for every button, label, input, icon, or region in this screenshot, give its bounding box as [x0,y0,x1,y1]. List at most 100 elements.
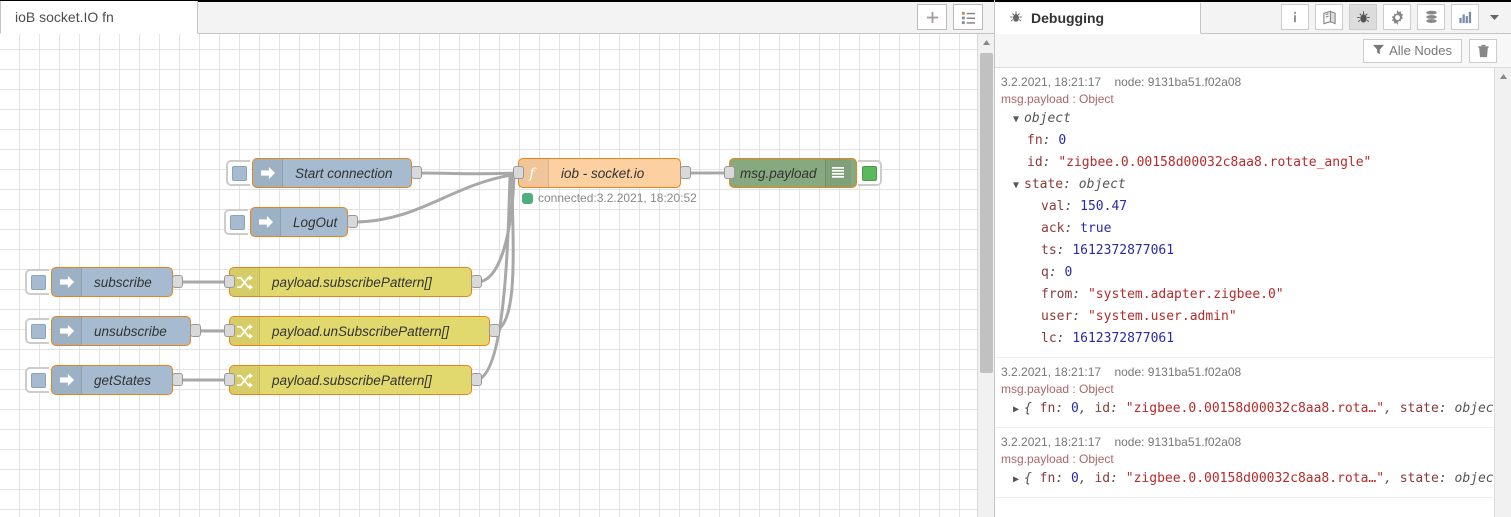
node-iob-socketio[interactable]: f iob - socket.io [518,158,681,188]
node-subscribe[interactable]: subscribe [51,267,173,297]
node-label: subscribe [94,274,152,290]
inject-arrow-icon [52,317,82,345]
debug-message-meta: 3.2.2021, 18:21:17 node: 9131ba51.f02a08 [1001,435,1486,449]
tree-value: "system.adapter.zigbee.0" [1087,286,1284,302]
tree-value: object [1078,176,1126,192]
inject-button-logout[interactable] [224,209,248,235]
twisty-open-icon[interactable]: ▼ [1013,178,1024,195]
debug-topic: msg.payload : Object [1001,92,1114,106]
flow-list-button[interactable] [953,4,983,30]
chart-icon[interactable] [1451,4,1479,30]
node-msg-payload-debug[interactable]: msg.payload [729,158,857,188]
inject-button-start-connection[interactable] [226,160,250,186]
tree-key: ts [1041,242,1057,258]
tree-row-state[interactable]: ▼ state: object [1001,174,1486,196]
filter-nodes-button[interactable]: Alle Nodes [1363,38,1462,63]
node-start-connection[interactable]: Start connection [252,158,412,188]
bug-icon[interactable] [1349,4,1377,30]
sidebar-header: Debugging [995,2,1511,34]
node-label: payload.subscribePattern[] [272,274,432,290]
sidebar-tab-debug[interactable]: Debugging [995,3,1201,34]
port-output-start-connection[interactable] [411,166,422,179]
tree-value: "system.user.admin" [1087,308,1237,324]
port-input-function[interactable] [513,166,524,179]
inject-button-subscribe[interactable] [25,269,49,295]
book-icon[interactable] [1315,4,1343,30]
sidebar-scrollbar[interactable] [1494,68,1511,517]
port-output-logout[interactable] [347,215,358,228]
twisty-closed-icon[interactable]: ▶ [1013,402,1024,419]
debug-message-area[interactable]: 3.2.2021, 18:21:17 node: 9131ba51.f02a08… [995,68,1511,517]
inject-arrow-icon [251,208,281,236]
port-output-change-getstates[interactable] [471,373,482,386]
debug-timestamp: 3.2.2021, 18:21:17 [1001,434,1102,449]
tree-row: q: 0 [1041,264,1073,280]
collapsed-summary: { fn: 0, id: "zigbee.0.00158d00032c8aa8.… [1024,470,1494,486]
node-unsubscribe[interactable]: unsubscribe [51,316,191,346]
status-dot-icon [522,192,533,204]
port-output-getstates[interactable] [172,373,183,386]
chevron-down-icon[interactable] [1485,13,1503,21]
node-getstates[interactable]: getStates [51,365,173,395]
node-label: payload.subscribePattern[] [272,372,432,388]
svg-text:f: f [528,166,537,182]
clear-debug-button[interactable] [1469,38,1497,63]
tree-row: ack: true [1041,220,1112,236]
port-output-change-subscribe[interactable] [471,275,482,288]
stack-icon[interactable] [1417,4,1445,30]
tree-collapsed-row[interactable]: ▶{ fn: 0, id: "zigbee.0.00158d00032c8aa8… [1001,398,1494,420]
tree-value: 0 [1058,132,1067,148]
inject-button-unsubscribe[interactable] [25,318,49,344]
node-logout[interactable]: LogOut [250,207,348,237]
port-output-change-unsubscribe[interactable] [489,324,500,337]
tree-row: fn: 0 [1027,132,1067,148]
port-output-function[interactable] [680,166,691,179]
port-output-subscribe[interactable] [172,275,183,288]
debug-message[interactable]: 3.2.2021, 18:21:17 node: 9131ba51.f02a08… [995,428,1494,498]
node-change-subscribe[interactable]: payload.subscribePattern[] [229,267,472,297]
debug-enable-button[interactable] [858,160,882,186]
inject-arrow-icon [52,268,82,296]
twisty-closed-icon[interactable]: ▶ [1013,472,1024,489]
tree-row: ts: 1612372877061 [1041,242,1175,258]
tree-key: id [1027,154,1043,170]
debug-topic: msg.payload : Object [1001,381,1114,396]
port-input-change-unsubscribe[interactable] [224,324,235,337]
tree-collapsed-row[interactable]: ▶{ fn: 0, id: "zigbee.0.00158d00032c8aa8… [1001,468,1494,490]
debug-message[interactable]: 3.2.2021, 18:21:17 node: 9131ba51.f02a08… [995,68,1494,358]
tree-value: 1612372877061 [1072,242,1175,258]
scroll-up-icon[interactable] [978,34,994,50]
node-label: unsubscribe [94,323,167,339]
node-label: payload.unSubscribePattern[] [272,323,450,339]
scroll-up-icon[interactable] [1495,68,1511,84]
tree-root-label: object [1024,111,1071,126]
tree-value: "zigbee.0.00158d00032c8aa8.rotate_angle" [1058,154,1372,170]
port-input-change-subscribe[interactable] [224,275,235,288]
gear-icon[interactable] [1383,4,1411,30]
twisty-open-icon[interactable]: ▼ [1013,112,1024,129]
flow-canvas[interactable]: Start connection LogOut subscribe unsubs… [0,34,994,517]
info-icon[interactable] [1281,4,1309,30]
flow-tab[interactable]: ioB socket.IO fn [0,1,198,34]
debug-node-id: node: 9131ba51.f02a08 [1114,434,1242,449]
plus-icon [926,11,938,23]
debug-message-meta: 3.2.2021, 18:21:17 node: 9131ba51.f02a08 [1001,365,1486,379]
port-input-debug[interactable] [724,166,735,179]
port-output-unsubscribe[interactable] [190,324,201,337]
node-change-unsubscribe[interactable]: payload.unSubscribePattern[] [229,316,490,346]
wire-start-to-function [415,171,519,176]
inject-button-getstates[interactable] [25,367,49,393]
node-change-getstates[interactable]: payload.subscribePattern[] [229,365,472,395]
wire-change1-to-function [475,174,516,284]
tree-root-row[interactable]: ▼ object [1001,108,1486,130]
tree-key: from [1041,286,1073,302]
port-input-change-getstates[interactable] [224,373,235,386]
funnel-icon [1373,43,1385,58]
canvas-scroll-thumb[interactable] [980,53,993,373]
tree-value: true [1080,220,1112,236]
node-label: LogOut [293,214,338,230]
tree-row: from: "system.adapter.zigbee.0" [1041,286,1284,302]
add-flow-tab-button[interactable] [917,4,947,30]
canvas-scrollbar[interactable] [977,34,994,517]
debug-message[interactable]: 3.2.2021, 18:21:17 node: 9131ba51.f02a08… [995,358,1494,428]
